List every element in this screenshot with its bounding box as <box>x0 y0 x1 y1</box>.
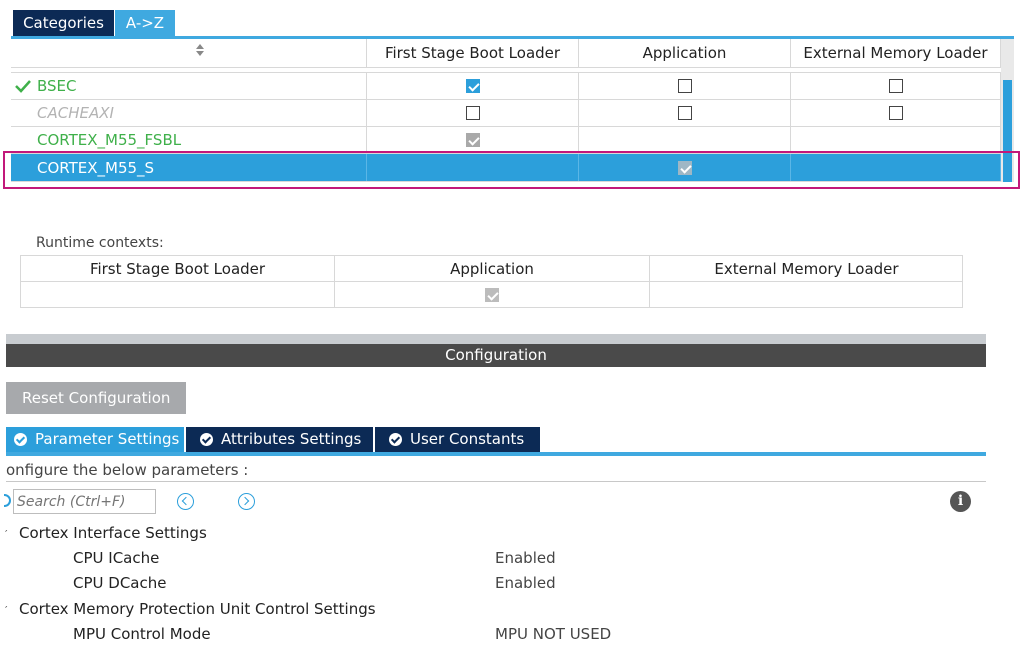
peripheral-name: BSEC <box>37 77 77 95</box>
chevron-right-icon[interactable] <box>238 493 255 510</box>
collapse-icon[interactable]: ′ <box>5 528 8 541</box>
application-checkbox[interactable] <box>677 106 692 120</box>
sort-icon[interactable] <box>196 44 204 58</box>
param-value-cpu-dcache[interactable]: Enabled <box>495 574 556 592</box>
fsbl-cell[interactable] <box>367 73 579 99</box>
info-icon[interactable]: i <box>950 491 971 512</box>
ext-mem-checkbox[interactable] <box>888 106 903 120</box>
fsbl-cell <box>367 127 579 153</box>
check-circle-icon <box>14 433 27 446</box>
application-cell <box>579 127 791 153</box>
selection-highlight-box <box>3 151 1020 189</box>
header-external-memory-loader: External Memory Loader <box>791 39 1001 67</box>
table-row-bsec[interactable]: BSEC <box>11 72 1001 100</box>
row-name: CACHEAXI <box>11 100 367 126</box>
collapse-icon[interactable]: ′ <box>5 604 8 617</box>
table-row-cacheaxi[interactable]: CACHEAXI <box>11 100 1001 127</box>
ext-mem-checkbox[interactable] <box>888 79 903 93</box>
fsbl-checkbox[interactable] <box>465 79 480 93</box>
search-input[interactable] <box>13 489 156 514</box>
configure-description: onfigure the below parameters : <box>6 461 986 482</box>
param-value-mpu-control-mode[interactable]: MPU NOT USED <box>495 625 611 643</box>
reset-configuration-button[interactable]: Reset Configuration <box>6 382 186 414</box>
row-name: CORTEX_M55_FSBL <box>11 127 367 153</box>
header-name-column[interactable] <box>11 39 367 67</box>
fsbl-cell[interactable] <box>367 100 579 126</box>
application-checkbox[interactable] <box>677 79 692 93</box>
application-cell[interactable] <box>579 73 791 99</box>
tab-parameter-settings[interactable]: Parameter Settings <box>6 427 184 452</box>
runtime-application-checkbox <box>485 288 499 302</box>
ext-mem-cell[interactable] <box>791 100 1001 126</box>
table-header: First Stage Boot Loader Application Exte… <box>11 39 1001 68</box>
runtime-contexts-table: First Stage Boot Loader Application Exte… <box>20 255 963 308</box>
group-cortex-mpu-control-settings[interactable]: Cortex Memory Protection Unit Control Se… <box>19 600 376 618</box>
ext-mem-cell[interactable] <box>791 73 1001 99</box>
param-mpu-control-mode[interactable]: MPU Control Mode <box>73 625 211 643</box>
runtime-header-fsbl: First Stage Boot Loader <box>21 256 335 282</box>
runtime-header-ext-mem: External Memory Loader <box>650 256 963 282</box>
config-tabs-underline <box>6 452 986 456</box>
runtime-header-application: Application <box>335 256 650 282</box>
ext-mem-cell <box>791 127 1001 153</box>
header-fsbl: First Stage Boot Loader <box>367 39 579 67</box>
chevron-left-icon[interactable] <box>177 493 194 510</box>
runtime-contexts-label: Runtime contexts: <box>36 235 164 251</box>
tab-label: Attributes Settings <box>221 430 362 448</box>
tab-label: User Constants <box>410 430 525 448</box>
peripheral-name: CACHEAXI <box>37 104 114 122</box>
peripheral-name: CORTEX_M55_FSBL <box>37 131 182 149</box>
param-cpu-dcache[interactable]: CPU DCache <box>73 574 166 592</box>
row-name: BSEC <box>11 73 367 99</box>
configuration-title: Configuration <box>445 346 547 364</box>
fsbl-checkbox[interactable] <box>465 106 480 120</box>
check-circle-icon <box>200 433 213 446</box>
param-value-cpu-icache[interactable]: Enabled <box>495 549 556 567</box>
runtime-value-fsbl <box>21 282 335 308</box>
header-application: Application <box>579 39 791 67</box>
check-circle-icon <box>389 433 402 446</box>
search-icon[interactable] <box>4 492 12 508</box>
tab-label: Parameter Settings <box>35 430 180 448</box>
param-cpu-icache[interactable]: CPU ICache <box>73 549 159 567</box>
table-row-cortex-m55-fsbl[interactable]: CORTEX_M55_FSBL <box>11 127 1001 154</box>
tab-a-z[interactable]: A->Z <box>115 10 175 36</box>
tab-attributes-settings[interactable]: Attributes Settings <box>186 427 373 452</box>
tab-user-constants[interactable]: User Constants <box>375 427 540 452</box>
application-cell[interactable] <box>579 100 791 126</box>
fsbl-checkbox <box>465 133 480 147</box>
group-cortex-interface-settings[interactable]: Cortex Interface Settings <box>19 524 207 542</box>
check-icon <box>15 80 31 93</box>
tab-categories[interactable]: Categories <box>13 10 114 36</box>
runtime-value-application <box>335 282 650 308</box>
runtime-value-ext-mem <box>650 282 963 308</box>
